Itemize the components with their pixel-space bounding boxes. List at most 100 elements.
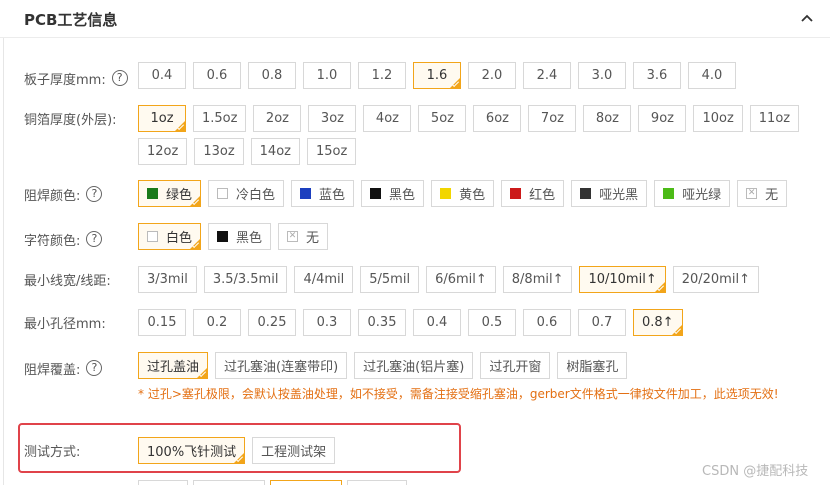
option-label: 6oz [485,111,509,126]
trace-option[interactable]: 3/3mil [138,266,197,293]
via-option[interactable]: 过孔塞油(铝片塞) [354,352,474,379]
via-option[interactable]: 过孔开窗 [480,352,551,379]
via-option[interactable]: 过孔盖油 [138,352,209,379]
mask-color-option[interactable]: 绿色 [138,180,202,207]
trace-option[interactable]: 3.5/3.5mil [203,266,288,293]
thickness-option[interactable]: 4.0 [688,62,736,89]
thickness-option[interactable]: 1.0 [303,62,351,89]
help-icon[interactable]: ? [111,70,128,86]
hole-option[interactable]: 0.3 [303,309,351,336]
mask-color-option[interactable]: 冷白色 [208,180,285,207]
copper-option[interactable]: 13oz [194,138,244,165]
copper-thickness-options: 1oz 1.5oz 2oz 3oz 4oz 5oz 6oz 7oz 8oz 9oz 10oz 11oz… [138,105,818,171]
option-label: 0.2 [206,315,228,330]
via-covering-options: 过孔盖油 过孔塞油(连塞带印) 过孔塞油(铝片塞) 过孔开窗 树脂塞孔 [138,352,818,385]
hole-option[interactable]: 0.25 [248,309,296,336]
mask-color-option[interactable]: ✕ 无 [737,180,788,207]
via-option[interactable]: 过孔塞油(连塞带印) [215,352,348,379]
hole-option[interactable]: 0.15 [138,309,186,336]
copper-option[interactable]: 1oz [138,105,186,132]
copper-option[interactable]: 15oz [306,138,357,165]
test-method-highlight [18,423,461,473]
silk-color-option[interactable]: 黑色 [208,223,272,250]
option-label: 黄色 [459,188,486,203]
hole-option[interactable]: 0.4 [413,309,461,336]
thickness-option[interactable]: 0.6 [193,62,241,89]
option-label: 9oz [650,111,674,126]
trace-option[interactable]: 8/8mil↑ [502,266,573,293]
trace-option[interactable]: 10/10mil↑ [579,266,666,293]
option-label: 3.6 [646,68,668,83]
copper-option[interactable]: 2oz [253,105,302,132]
trace-option[interactable]: 4/4mil [294,266,354,293]
min-hole-label: 最小孔径mm: [24,316,106,332]
copper-option[interactable]: 5oz [418,105,467,132]
copper-option[interactable]: 7oz [528,105,577,132]
mask-color-option[interactable]: 黑色 [361,180,425,207]
option-label: 4/4mil [303,272,345,287]
option-label: 8/8mil↑ [511,272,564,287]
option-label: 6/6mil↑ [435,272,487,287]
hole-option[interactable]: 0.35 [358,309,406,336]
mask-color-option[interactable]: 黄色 [431,180,495,207]
trace-option[interactable]: 6/6mil↑ [426,266,496,293]
thickness-option[interactable]: 1.6 [413,62,461,89]
hole-option[interactable]: 0.5 [468,309,516,336]
option-label: 15oz [315,144,348,159]
silk-color-option[interactable]: 白色 [138,223,202,250]
hole-option[interactable]: 0.7 [578,309,626,336]
hole-option[interactable]: 0.2 [193,309,241,336]
trace-option[interactable]: 5/5mil [360,266,420,293]
chevron-up-icon[interactable] [800,13,814,23]
option-label: 黑色 [236,231,263,246]
help-icon[interactable]: ? [86,360,103,376]
option-label: 黑色 [389,188,416,203]
mask-color-option[interactable]: 红色 [501,180,565,207]
thickness-option[interactable]: 0.8 [248,62,296,89]
copper-option[interactable]: 8oz [583,105,632,132]
copper-option[interactable]: 4oz [363,105,412,132]
option-label: 0.25 [257,315,287,330]
thickness-option[interactable]: 0.4 [138,62,186,89]
thickness-option[interactable]: 2.4 [523,62,571,89]
thickness-option[interactable]: 2.0 [468,62,516,89]
option-label: 冷白色 [236,188,276,203]
mask-color-option[interactable]: 蓝色 [291,180,355,207]
mask-color-option[interactable]: 哑光黑 [571,180,648,207]
mask-color-option[interactable]: 哑光绿 [654,180,731,207]
option-label: 12oz [147,144,179,159]
copper-option[interactable]: 1.5oz [193,105,247,132]
thickness-option[interactable]: 3.6 [633,62,681,89]
help-icon[interactable]: ? [86,231,103,247]
copper-option[interactable]: 9oz [638,105,687,132]
copper-option[interactable]: 6oz [473,105,522,132]
copper-option[interactable]: 11oz [749,105,800,132]
copper-option[interactable]: 3oz [308,105,357,132]
copper-option[interactable]: 12oz [138,138,188,165]
silk-color-option[interactable]: ✕ 无 [278,223,329,250]
option-label: 0.3 [316,315,338,330]
option-label: 3/3mil [147,272,188,287]
option-label: 0.7 [591,315,613,330]
color-swatch-icon [147,231,158,242]
hole-option[interactable]: 0.6 [523,309,571,336]
copper-option[interactable]: 14oz [250,138,300,165]
help-icon[interactable]: ? [86,186,103,202]
next-row-option-peek [270,480,342,485]
trace-option[interactable]: 20/20mil↑ [672,266,759,293]
hole-option[interactable]: 0.8↑ [633,309,683,336]
option-label: 13oz [203,144,235,159]
silkscreen-color-label: 字符颜色: ? [24,226,103,252]
no-color-icon: ✕ [287,231,299,242]
via-option[interactable]: 树脂塞孔 [557,352,628,379]
copper-option[interactable]: 10oz [693,105,743,132]
option-label: 2.4 [536,68,558,83]
thickness-option[interactable]: 3.0 [578,62,626,89]
option-label: 3.5/3.5mil [212,272,279,287]
option-label: 8oz [595,111,619,126]
thickness-option[interactable]: 1.2 [358,62,406,89]
option-label: 2oz [265,111,289,126]
option-label: 0.4 [151,68,173,83]
option-label: 1oz [150,111,174,126]
option-label: 0.6 [206,68,228,83]
